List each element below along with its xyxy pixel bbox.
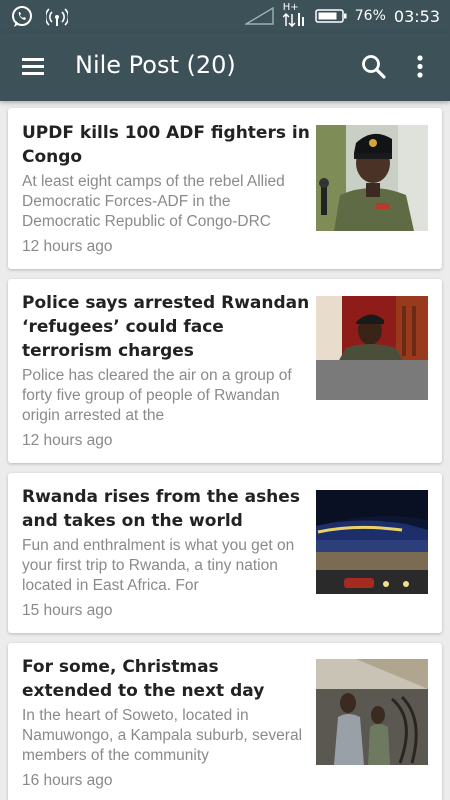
news-thumbnail[interactable] bbox=[316, 490, 428, 594]
news-summary: At least eight camps of the rebel Allied… bbox=[22, 173, 285, 230]
battery-icon bbox=[315, 8, 347, 24]
more-vert-icon[interactable] bbox=[410, 53, 430, 85]
status-bar: H+ 76% 03:53 bbox=[0, 0, 450, 33]
news-headline[interactable]: For some, Christmas extended to the next… bbox=[22, 655, 312, 703]
clock-time: 03:53 bbox=[393, 6, 440, 26]
signal-icon bbox=[244, 7, 275, 25]
news-time: 15 hours ago bbox=[22, 602, 113, 619]
news-headline[interactable]: Police says arrested Rwandan ‘refugees’ … bbox=[22, 291, 312, 363]
news-thumbnail[interactable] bbox=[316, 659, 428, 765]
app-title: Nile Post (20) bbox=[75, 51, 236, 79]
hotspot-icon bbox=[46, 7, 68, 27]
news-summary: In the heart of Soweto, located in Namuw… bbox=[22, 707, 303, 764]
news-card[interactable]: Rwanda rises from the ashes and takes on… bbox=[8, 473, 442, 633]
data-arrows-icon: H+ bbox=[282, 2, 307, 27]
news-thumbnail[interactable] bbox=[316, 296, 428, 400]
menu-icon[interactable] bbox=[20, 54, 48, 80]
news-card[interactable]: Police says arrested Rwandan ‘refugees’ … bbox=[8, 279, 442, 463]
news-headline[interactable]: Rwanda rises from the ashes and takes on… bbox=[22, 485, 312, 533]
news-time: 12 hours ago bbox=[22, 238, 113, 255]
app-bar: Nile Post (20) bbox=[0, 33, 450, 101]
search-icon[interactable] bbox=[360, 53, 388, 85]
battery-percent: 76% bbox=[354, 8, 386, 24]
news-feed[interactable]: UPDF kills 100 ADF fighters in Congo At … bbox=[0, 101, 450, 800]
news-time: 12 hours ago bbox=[22, 432, 113, 449]
news-summary: Fun and enthralment is what you get on y… bbox=[22, 537, 295, 594]
news-card[interactable]: UPDF kills 100 ADF fighters in Congo At … bbox=[8, 108, 442, 269]
news-summary: Police has cleared the air on a group of… bbox=[22, 367, 292, 424]
news-headline[interactable]: UPDF kills 100 ADF fighters in Congo bbox=[22, 121, 312, 169]
news-thumbnail[interactable] bbox=[316, 125, 428, 231]
news-time: 16 hours ago bbox=[22, 772, 113, 789]
whatsapp-icon bbox=[10, 5, 34, 29]
news-card[interactable]: For some, Christmas extended to the next… bbox=[8, 643, 442, 800]
